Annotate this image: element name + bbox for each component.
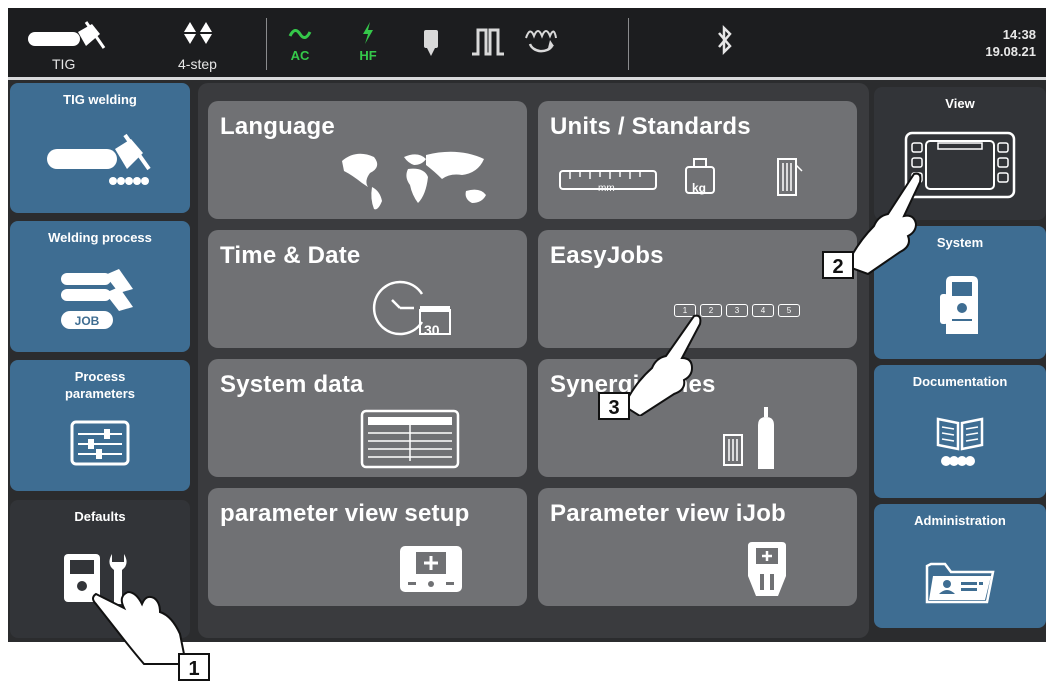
time-text: 14:38 <box>1002 27 1036 42</box>
book-icon <box>936 417 984 466</box>
nav-documentation[interactable]: Documentation <box>874 365 1046 498</box>
callout-2: 2 <box>822 251 854 279</box>
nav-label: Documentation <box>912 374 1008 389</box>
data-table-icon <box>360 409 460 469</box>
tile-system-data[interactable]: System data <box>208 359 527 477</box>
tile-label: System data <box>220 371 364 398</box>
remote-icon <box>748 542 786 596</box>
clock-calendar-icon <box>372 280 451 336</box>
display-plus-icon <box>400 546 462 592</box>
clock: 14:38 19.08.21 <box>985 26 1036 60</box>
nav-process-parameters[interactable]: Process parameters <box>10 360 190 491</box>
tig-torch-icon <box>47 133 151 185</box>
folder-id-icon <box>925 562 995 604</box>
wire-threading-icon[interactable] <box>522 22 558 58</box>
tile-label: parameter view setup <box>220 500 470 527</box>
divider <box>266 18 267 70</box>
hf-icon[interactable] <box>360 22 376 44</box>
process-label: TIG <box>52 56 76 72</box>
pulse-icon[interactable] <box>470 26 506 56</box>
ac-label: AC <box>290 48 310 63</box>
nav-label: Defaults <box>74 509 126 524</box>
tile-label: EasyJobs <box>550 242 664 269</box>
settings-panel: Language Units / Standards mm kg Time & … <box>198 83 869 638</box>
machine-display: TIG 4-step AC HF 14:38 19.08.21 TIG weld… <box>8 8 1046 642</box>
nav-label: Welding process <box>48 230 152 245</box>
callout-3: 3 <box>598 392 630 420</box>
world-map-icon <box>342 151 486 210</box>
tile-units-standards[interactable]: Units / Standards mm kg <box>538 101 857 219</box>
callout-1: 1 <box>178 653 210 681</box>
ruler-weight-wire-icon <box>559 158 803 196</box>
nav-administration[interactable]: Administration <box>874 504 1046 628</box>
tig-torch-icon[interactable] <box>26 18 106 54</box>
calendar-day-text: 30 <box>424 322 440 338</box>
date-text: 19.08.21 <box>985 44 1036 59</box>
tile-label: Units / Standards <box>550 113 751 140</box>
job-slot: 4 <box>752 304 774 317</box>
wire-gas-icon <box>723 407 774 469</box>
divider <box>628 18 629 70</box>
nav-label: TIG welding <box>63 92 137 107</box>
status-bar-underline <box>8 77 1046 80</box>
status-bar: TIG 4-step AC HF 14:38 19.08.21 <box>8 8 1046 78</box>
four-step-icon[interactable] <box>180 18 220 48</box>
nav-label: View <box>945 96 975 111</box>
tile-time-date[interactable]: Time & Date 30 <box>208 230 527 348</box>
tile-label: Language <box>220 113 335 140</box>
sliders-icon <box>70 420 130 466</box>
hf-label: HF <box>359 48 377 63</box>
tile-language[interactable]: Language <box>208 101 527 219</box>
unit-kg-text: kg <box>692 181 707 195</box>
job-icon: JOB <box>61 269 133 329</box>
ac-wave-icon[interactable] <box>288 26 312 42</box>
job-slot: 5 <box>778 304 800 317</box>
bluetooth-icon[interactable] <box>716 24 734 56</box>
tile-parameter-view-ijob[interactable]: Parameter view iJob <box>538 488 857 606</box>
unit-mm-text: mm <box>598 183 615 194</box>
gas-test-icon[interactable] <box>422 28 440 58</box>
nav-tig-welding[interactable]: TIG welding <box>10 83 190 213</box>
nav-label: Administration <box>914 513 1006 528</box>
nav-welding-process[interactable]: Welding process JOB <box>10 221 190 352</box>
job-slot: 3 <box>726 304 748 317</box>
nav-label: Process parameters <box>64 369 136 401</box>
tile-label: Parameter view iJob <box>550 500 786 527</box>
svg-text:JOB: JOB <box>75 314 100 328</box>
mode-label: 4-step <box>178 56 217 72</box>
machine-icon <box>940 276 978 334</box>
tile-parameter-view-setup[interactable]: parameter view setup <box>208 488 527 606</box>
tile-label: Time & Date <box>220 242 361 269</box>
